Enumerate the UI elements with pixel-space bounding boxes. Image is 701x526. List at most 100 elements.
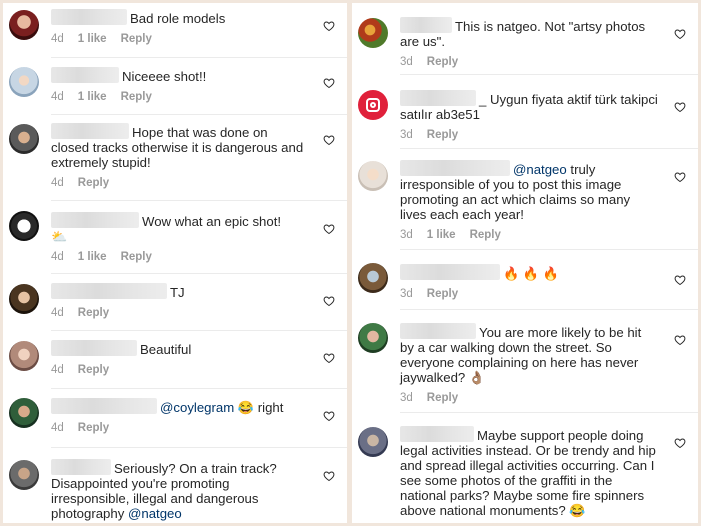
reply-button[interactable]: Reply <box>427 56 458 68</box>
avatar[interactable] <box>358 90 388 120</box>
ok-hand-emoji: 👌🏽 <box>468 370 486 385</box>
heart-icon[interactable] <box>674 101 686 113</box>
username-blurred[interactable] <box>400 160 510 176</box>
username-blurred[interactable] <box>400 17 452 33</box>
heart-icon[interactable] <box>323 470 335 482</box>
comment-item: You are more likely to be hit by a car w… <box>352 310 698 413</box>
comment-item: Niceeee shot!! 4d 1 like Reply <box>3 58 347 115</box>
reply-button[interactable]: Reply <box>427 129 458 141</box>
comment-time: 3d <box>400 229 413 241</box>
comment-item: TJ 4d Reply <box>3 274 347 331</box>
heart-icon[interactable] <box>674 334 686 346</box>
heart-icon[interactable] <box>674 171 686 183</box>
mention-link[interactable]: @natgeo <box>513 162 567 177</box>
comment-text: Bad role models <box>130 11 226 26</box>
avatar[interactable] <box>358 263 388 293</box>
like-count[interactable]: 1 like <box>78 33 107 45</box>
comment-time: 4d <box>51 307 64 319</box>
comment-item: @natgeo truly irresponsible of you to po… <box>352 149 698 250</box>
comment-item: Seriously? On a train track? Disappointe… <box>3 448 347 523</box>
avatar[interactable] <box>9 124 39 154</box>
username-blurred[interactable] <box>400 90 476 106</box>
laughing-emoji: 😂 <box>237 400 255 415</box>
avatar[interactable] <box>358 18 388 48</box>
username-blurred[interactable] <box>51 212 139 228</box>
avatar[interactable] <box>358 323 388 353</box>
laughing-emoji: 😂 <box>569 503 586 518</box>
comment-text: TJ <box>170 285 185 300</box>
reply-button[interactable]: Reply <box>78 364 109 376</box>
avatar[interactable] <box>9 10 39 40</box>
comment-item: Maybe support people doing legal activit… <box>352 413 698 523</box>
heart-icon[interactable] <box>323 295 335 307</box>
heart-icon[interactable] <box>323 77 335 89</box>
username-blurred[interactable] <box>400 323 476 339</box>
comment-item: Wow what an epic shot! ⛅ 4d 1 like Reply <box>3 201 347 274</box>
comment-time: 4d <box>51 91 64 103</box>
heart-icon[interactable] <box>674 28 686 40</box>
avatar[interactable] <box>9 211 39 241</box>
mention-link[interactable]: @coylegram <box>160 400 234 415</box>
reply-button[interactable]: Reply <box>427 288 458 300</box>
comment-time: 3d <box>400 56 413 68</box>
reply-button[interactable]: Reply <box>121 33 152 45</box>
comment-time: 4d <box>51 422 64 434</box>
comment-item: Hope that was done on closed tracks othe… <box>3 115 347 201</box>
comment-item: 🔥 🔥 🔥 3d Reply <box>352 250 698 310</box>
comment-text: Niceeee shot!! <box>122 69 207 84</box>
username-blurred[interactable] <box>400 426 474 442</box>
comment-text: right <box>257 400 284 415</box>
like-count[interactable]: 1 like <box>78 91 107 103</box>
like-count[interactable]: 1 like <box>427 229 456 241</box>
comment-text: Wow what an epic shot! <box>142 214 282 229</box>
username-blurred[interactable] <box>51 67 119 83</box>
comment-text: Beautiful <box>140 342 192 357</box>
username-blurred[interactable] <box>51 340 137 356</box>
like-count[interactable]: 1 like <box>78 251 107 263</box>
comment-item: Bad role models 4d 1 like Reply <box>3 3 347 58</box>
avatar[interactable] <box>358 161 388 191</box>
heart-icon[interactable] <box>674 437 686 449</box>
username-blurred[interactable] <box>51 398 157 414</box>
reply-button[interactable]: Reply <box>470 229 501 241</box>
heart-icon[interactable] <box>323 352 335 364</box>
username-fragment[interactable]: _ <box>479 92 486 107</box>
username-blurred[interactable] <box>51 283 167 299</box>
reply-button[interactable]: Reply <box>78 177 109 189</box>
comment-time: 4d <box>51 364 64 376</box>
avatar[interactable] <box>9 67 39 97</box>
comment-item: _ Uygun fiyata aktif türk takipci satılı… <box>352 75 698 149</box>
comment-time: 4d <box>51 177 64 189</box>
mention-link[interactable]: @natgeo <box>128 506 182 521</box>
reply-button[interactable]: Reply <box>78 422 109 434</box>
comment-time: 3d <box>400 129 413 141</box>
avatar[interactable] <box>9 284 39 314</box>
comment-time: 3d <box>400 288 413 300</box>
comment-time: 3d <box>400 392 413 404</box>
heart-icon[interactable] <box>323 20 335 32</box>
heart-icon[interactable] <box>674 274 686 286</box>
reply-button[interactable]: Reply <box>427 392 458 404</box>
username-blurred[interactable] <box>51 9 127 25</box>
avatar[interactable] <box>358 427 388 457</box>
comment-time: 4d <box>51 33 64 45</box>
fire-emoji: 🔥 🔥 🔥 <box>503 266 559 281</box>
avatar[interactable] <box>9 341 39 371</box>
avatar[interactable] <box>9 460 39 490</box>
username-blurred[interactable] <box>51 459 111 475</box>
heart-icon[interactable] <box>323 410 335 422</box>
comment-time: 4d <box>51 251 64 263</box>
heart-icon[interactable] <box>323 223 335 235</box>
sun-cloud-emoji: ⛅ <box>51 229 68 244</box>
reply-button[interactable]: Reply <box>121 91 152 103</box>
comment-item: Beautiful 4d Reply <box>3 331 347 389</box>
avatar[interactable] <box>9 398 39 428</box>
reply-button[interactable]: Reply <box>78 307 109 319</box>
reply-button[interactable]: Reply <box>121 251 152 263</box>
left-comments-panel: Bad role models 4d 1 like Reply Niceeee sh… <box>3 3 347 523</box>
right-comments-panel: This is natgeo. Not "artsy photos are us… <box>352 3 698 523</box>
heart-icon[interactable] <box>323 134 335 146</box>
username-blurred[interactable] <box>400 264 500 280</box>
comment-item: @coylegram 😂 right 4d Reply <box>3 389 347 448</box>
username-blurred[interactable] <box>51 123 129 139</box>
